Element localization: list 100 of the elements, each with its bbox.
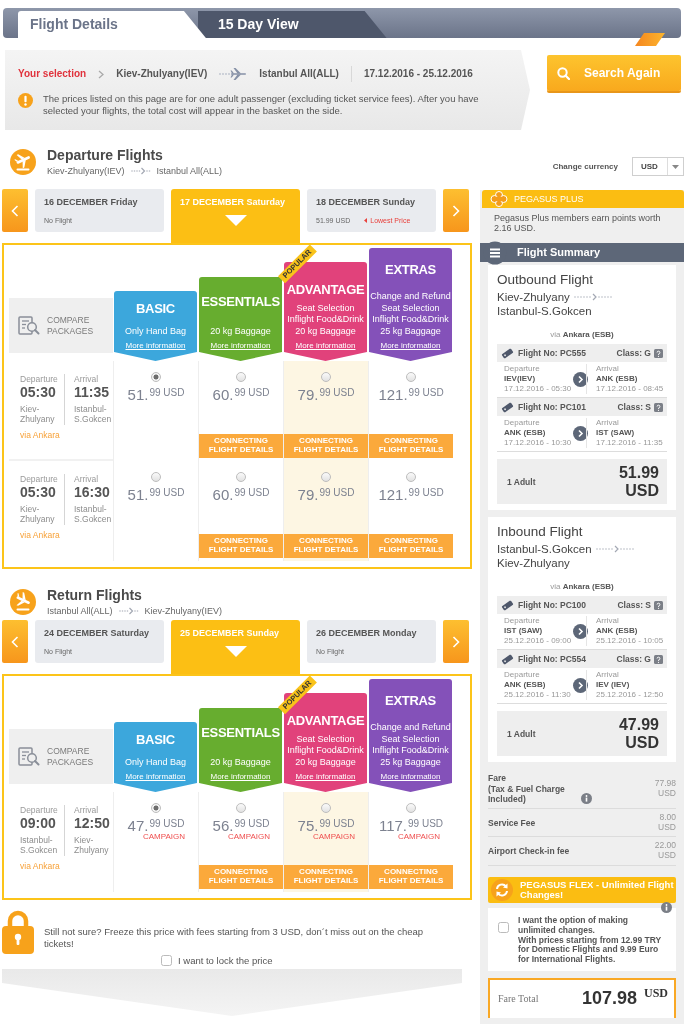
fare-radio[interactable]: [321, 372, 331, 382]
tab[interactable]: Flight Details: [18, 11, 206, 38]
more-information-link[interactable]: More information: [295, 772, 356, 782]
arrival-time: 11:35: [74, 384, 111, 402]
route-destination: Istanbul-S.Gokcen: [497, 304, 593, 318]
package-name: BASIC: [136, 301, 175, 315]
caret-down-icon: [672, 164, 679, 169]
via-text: via Ankara: [20, 529, 60, 540]
plane-takeoff-icon: [10, 148, 36, 175]
date-tab[interactable]: 17 DECEMBER Saturday: [171, 189, 300, 243]
pegasus-flex-title: PEGASUS FLEX - Unlimited Flight Changes!: [520, 879, 675, 901]
origin-text: Kiev-Zhulyany(IEV): [116, 68, 208, 80]
arrival-time: 16:30: [74, 484, 111, 502]
compare-packages-label: COMPARE PACKAGES: [47, 315, 95, 336]
ticket-icon: [501, 653, 514, 665]
chevron-right-icon: [452, 635, 460, 648]
fare-class: Class: S: [617, 401, 651, 413]
fare-radio[interactable]: [406, 372, 416, 382]
arrival-time: 17.12.2016 - 11:35: [596, 438, 664, 448]
airport-code: IST (SAW): [596, 428, 636, 438]
fare-radio[interactable]: [406, 472, 416, 482]
via-text: via Ankara (ESB): [550, 330, 614, 339]
departure-time: 17.12.2016 - 10:30: [504, 438, 573, 448]
route-destination: Istanbul All(ALL): [156, 165, 223, 177]
more-information-link[interactable]: More information: [210, 341, 271, 351]
more-information-link[interactable]: More information: [125, 772, 186, 782]
package-feature: Inflight Food&Drink: [372, 745, 449, 757]
tab[interactable]: 15 Day View: [197, 11, 387, 38]
fare-radio[interactable]: [151, 472, 161, 482]
route-origin: Istanbul-S.Gokcen: [497, 542, 592, 557]
route-destination: Kiev-Zhulyany: [497, 556, 571, 571]
package-name: ADVANTAGE: [286, 713, 365, 727]
fee-amount: 77.98 USD: [653, 778, 676, 799]
arrival-label: Arrival: [74, 805, 100, 816]
more-information-link[interactable]: More information: [295, 341, 356, 351]
departure-label: Departure: [504, 364, 541, 374]
fare-radio[interactable]: [321, 472, 331, 482]
connecting-details-button[interactable]: CONNECTING FLIGHT DETAILS: [284, 865, 368, 889]
fare-radio[interactable]: [236, 372, 246, 382]
section-title: Departure Flights: [47, 146, 164, 164]
package-feature: Only Hand Bag: [124, 756, 186, 769]
airport-code: ANK (ESB): [596, 374, 639, 384]
connecting-details-button[interactable]: CONNECTING FLIGHT DETAILS: [284, 434, 368, 458]
fare-price: 56.$^{99 USD}$: [212, 816, 270, 834]
chevron-left-icon: [11, 635, 19, 648]
fare-radio[interactable]: [151, 372, 161, 382]
fare-price: 60.$^{99 USD}$: [212, 485, 270, 505]
airport-code: IEV(IEV): [504, 374, 537, 384]
flex-option-label: I want the option of making unlimited changes.: [518, 916, 630, 936]
connecting-details-button[interactable]: CONNECTING FLIGHT DETAILS: [284, 534, 368, 558]
fare-radio[interactable]: [236, 472, 246, 482]
more-information-link[interactable]: More information: [210, 772, 271, 782]
date-tab[interactable]: 25 DECEMBER Sunday: [171, 620, 300, 674]
plane-landing-icon: [10, 588, 36, 615]
ticket-icon: [501, 599, 514, 611]
flex-checkbox[interactable]: [498, 922, 509, 933]
route-arrow-icon: [130, 167, 151, 175]
fare-radio[interactable]: [321, 803, 331, 813]
fare-price: 75.$^{99 USD}$: [297, 816, 355, 834]
connecting-details-button[interactable]: CONNECTING FLIGHT DETAILS: [199, 865, 283, 889]
logo-icon: [635, 33, 665, 46]
chevron-left-icon: [11, 204, 19, 217]
lock-offer-text: Still not sure? Freeze this price with fees starting from 3 USD, don´t miss out on the cheap tickets!: [44, 926, 425, 951]
passenger-count: 1 Adult: [507, 728, 536, 739]
package-feature: Seat Selection: [296, 733, 355, 746]
ticket-icon: [501, 401, 514, 413]
connecting-details-button[interactable]: CONNECTING FLIGHT DETAILS: [199, 434, 283, 458]
previous-date-button[interactable]: [2, 189, 28, 232]
package-feature: Change and Refund: [370, 722, 451, 734]
more-information-link[interactable]: More information: [125, 341, 186, 351]
package-feature: 25 kg Baggage: [380, 756, 441, 769]
next-date-button[interactable]: [443, 189, 469, 232]
previous-date-button[interactable]: [2, 620, 28, 663]
flight-number: Flight No: PC554: [518, 654, 586, 665]
fare-radio[interactable]: [406, 803, 416, 813]
flight-number: Flight No: PC555: [518, 347, 586, 359]
more-information-link[interactable]: More information: [380, 772, 441, 782]
connecting-details-button[interactable]: CONNECTING FLIGHT DETAILS: [369, 434, 453, 458]
departure-label: Departure: [504, 418, 541, 428]
more-information-link[interactable]: More information: [380, 341, 441, 351]
currency-select[interactable]: USD: [632, 157, 684, 176]
fare-price: 51.$^{99 USD}$: [127, 485, 185, 505]
connecting-details-button[interactable]: CONNECTING FLIGHT DETAILS: [369, 865, 453, 889]
connecting-details-button[interactable]: CONNECTING FLIGHT DETAILS: [369, 534, 453, 558]
package-feature: Only Hand Bag: [124, 325, 186, 338]
fare-radio[interactable]: [236, 803, 246, 813]
arrival-label: Arrival: [596, 670, 620, 681]
next-date-button[interactable]: [443, 620, 469, 663]
fee-amount: 8.00 USD: [657, 812, 676, 833]
via-text: via Ankara (ESB): [550, 582, 614, 592]
package-name: ESSENTIALS: [201, 725, 280, 739]
search-again-button[interactable]: Search Again: [547, 55, 681, 91]
passenger-count: 1 Adult: [507, 476, 536, 487]
connecting-details-button[interactable]: CONNECTING FLIGHT DETAILS: [199, 534, 283, 558]
lock-price-checkbox[interactable]: [161, 954, 172, 966]
arrival-label: Arrival: [596, 418, 620, 428]
help-icon: [654, 600, 663, 610]
fare-radio[interactable]: [151, 803, 161, 813]
package-feature: Seat Selection: [381, 302, 440, 315]
clover-icon: [490, 191, 508, 207]
